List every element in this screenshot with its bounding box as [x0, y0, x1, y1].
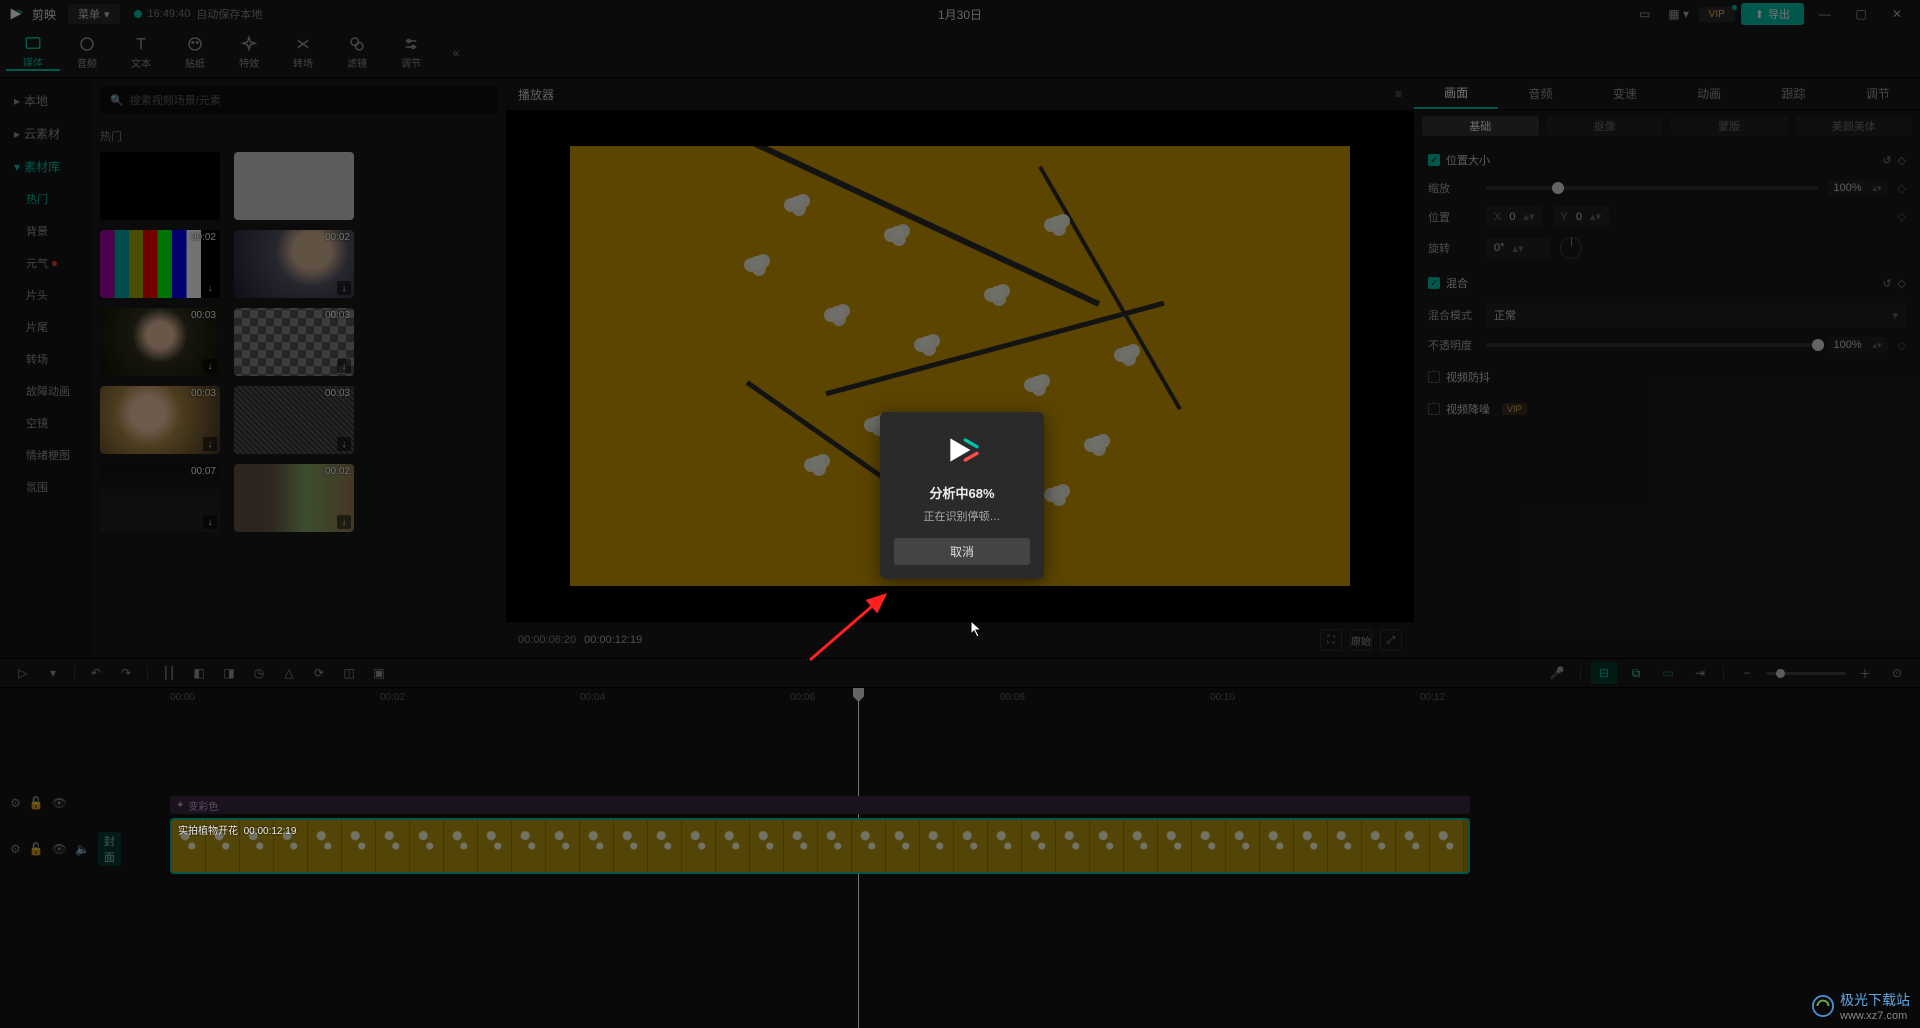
cancel-button[interactable]: 取消 [894, 538, 1030, 565]
mouse-cursor-icon [970, 620, 984, 641]
clip-dur-label: 00:00:12:19 [244, 826, 297, 837]
watermark-name: 极光下载站 [1840, 990, 1910, 1010]
app-logo-icon [942, 430, 982, 470]
watermark-url: www.xz7.com [1840, 1010, 1910, 1022]
clip-name-label: 实拍植物开花 [178, 826, 238, 837]
watermark: 极光下载站 www.xz7.com [1812, 990, 1910, 1022]
progress-modal: 分析中68% 正在识别停顿… 取消 [880, 412, 1044, 579]
modal-subtitle: 正在识别停顿… [894, 508, 1030, 524]
modal-title: 分析中68% [894, 483, 1030, 502]
